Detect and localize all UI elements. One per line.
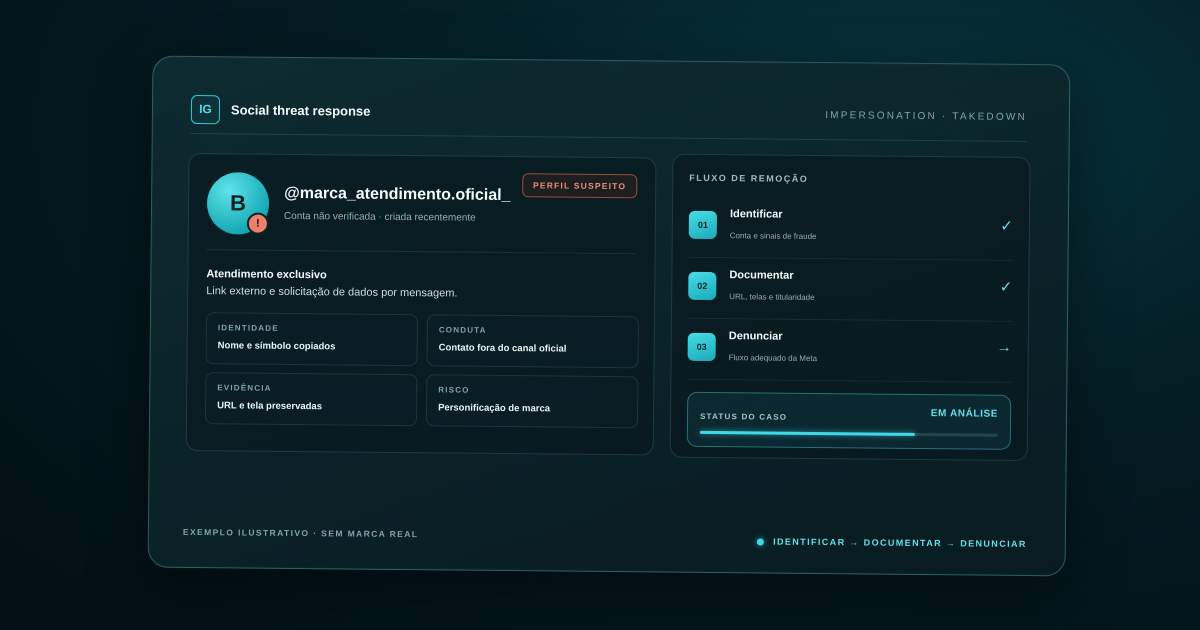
arrow-right-icon: → bbox=[996, 338, 1012, 356]
app-title: Social threat response bbox=[230, 101, 371, 119]
step-subtitle: URL, telas e titularidade bbox=[729, 292, 815, 302]
status-dot-icon bbox=[757, 537, 765, 545]
flow-title: FLUXO DE REMOÇÃO bbox=[689, 172, 809, 184]
instagram-logo: IG bbox=[190, 94, 221, 124]
evidence-grid: IDENTIDADE Nome e símbolo copiados CONDU… bbox=[204, 312, 639, 429]
header-context: IMPERSONATION · TAKEDOWN bbox=[825, 109, 1027, 123]
step-number: 03 bbox=[687, 332, 716, 362]
status-progress-track bbox=[699, 430, 998, 437]
status-value: EM ANÁLISE bbox=[930, 408, 999, 420]
fact-label: IDENTIDADE bbox=[217, 323, 279, 333]
profile-divider bbox=[206, 249, 637, 255]
warning-icon: ! bbox=[246, 212, 269, 235]
brand: IG Social threat response bbox=[190, 94, 371, 125]
fact-label: CONDUTA bbox=[438, 325, 487, 335]
step-subtitle: Fluxo adequado da Meta bbox=[728, 353, 818, 363]
fact-label: EVIDÊNCIA bbox=[217, 383, 272, 393]
profile-meta: Conta não verificada · criada recentemen… bbox=[283, 210, 476, 224]
footer-disclaimer: EXEMPLO ILUSTRATIVO · SEM MARCA REAL bbox=[182, 526, 419, 540]
footer-flow: IDENTIFICAR → DOCUMENTAR → DENUNCIAR bbox=[757, 536, 1027, 549]
check-icon: ✓ bbox=[1000, 217, 1013, 235]
fact-value: Contato fora do canal oficial bbox=[438, 342, 567, 355]
step-title: Documentar bbox=[729, 269, 794, 282]
fact-evidence: EVIDÊNCIA URL e tela preservadas bbox=[204, 372, 418, 427]
fact-value: Personificação de marca bbox=[438, 402, 551, 415]
case-status: STATUS DO CASO EM ANÁLISE bbox=[686, 391, 1012, 450]
step-title: Denunciar bbox=[728, 330, 783, 343]
step-identify[interactable]: 01 Identificar Conta e sinais de fraude … bbox=[688, 196, 1014, 261]
step-number: 01 bbox=[688, 210, 718, 240]
fact-risk: RISCO Personificação de marca bbox=[425, 374, 639, 429]
fact-identity: IDENTIDADE Nome e símbolo copiados bbox=[205, 312, 419, 367]
fact-label: RISCO bbox=[438, 385, 470, 395]
fact-value: URL e tela preservadas bbox=[217, 400, 323, 413]
bio-title: Atendimento exclusivo bbox=[206, 268, 327, 282]
fact-value: Nome e símbolo copiados bbox=[217, 340, 336, 353]
bio-text: Link externo e solicitação de dados por … bbox=[206, 285, 458, 300]
status-progress-fill bbox=[699, 430, 915, 436]
check-icon: ✓ bbox=[999, 278, 1013, 296]
step-number: 02 bbox=[688, 271, 717, 301]
step-title: Identificar bbox=[729, 208, 783, 221]
suspect-badge: PERFIL SUSPEITO bbox=[521, 173, 638, 199]
fact-conduct: CONDUTA Contato fora do canal oficial bbox=[426, 314, 639, 369]
threat-response-card: IG Social threat response IMPERSONATION … bbox=[147, 55, 1071, 577]
step-report[interactable]: 03 Denunciar Fluxo adequado da Meta → bbox=[687, 318, 1012, 383]
removal-flow-panel: FLUXO DE REMOÇÃO 01 Identificar Conta e … bbox=[669, 153, 1031, 462]
profile-handle: @marca_atendimento.oficial_ bbox=[284, 184, 511, 205]
step-subtitle: Conta e sinais de fraude bbox=[729, 231, 817, 241]
status-label: STATUS DO CASO bbox=[699, 411, 788, 422]
suspect-profile-panel: B ! @marca_atendimento.oficial_ Conta nã… bbox=[185, 152, 657, 456]
step-document[interactable]: 02 Documentar URL, telas e titularidade … bbox=[687, 257, 1013, 322]
footer-flow-text: IDENTIFICAR → DOCUMENTAR → DENUNCIAR bbox=[773, 536, 1027, 550]
card-header: IG Social threat response IMPERSONATION … bbox=[190, 89, 1027, 137]
